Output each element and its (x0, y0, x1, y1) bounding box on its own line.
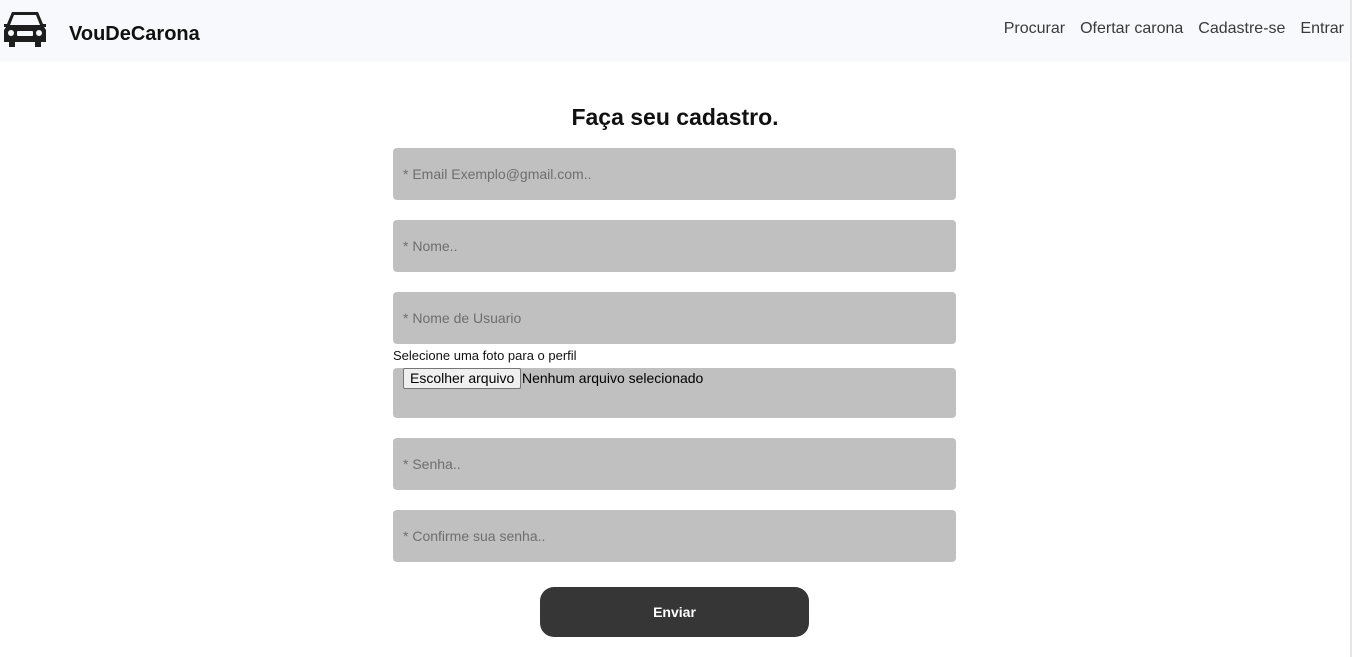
page: VouDeCarona Procurar Ofertar carona Cada… (0, 0, 1352, 657)
nav-link-cadastre-se[interactable]: Cadastre-se (1198, 19, 1285, 39)
navbar: VouDeCarona Procurar Ofertar carona Cada… (0, 0, 1350, 62)
choose-file-button[interactable]: Escolher arquivo (403, 368, 522, 389)
page-title: Faça seu cadastro. (571, 104, 779, 130)
nav-link-entrar[interactable]: Entrar (1300, 19, 1344, 39)
nav-link-ofertar-carona[interactable]: Ofertar carona (1080, 19, 1183, 39)
brand-name[interactable]: VouDeCarona (69, 22, 200, 46)
email-field[interactable] (393, 148, 956, 200)
username-field[interactable] (393, 292, 956, 344)
file-status-text: Nenhum arquivo selecionado (522, 370, 704, 386)
password-field[interactable] (393, 438, 956, 490)
name-field[interactable] (393, 220, 956, 272)
nav-links: Procurar Ofertar carona Cadastre-se Entr… (1004, 19, 1344, 39)
nav-link-procurar[interactable]: Procurar (1004, 19, 1065, 39)
photo-file-input[interactable]: Escolher arquivo Nenhum arquivo selecion… (393, 368, 956, 418)
submit-button[interactable]: Enviar (540, 587, 809, 637)
car-icon[interactable] (2, 8, 48, 48)
confirm-password-field[interactable] (393, 510, 956, 562)
photo-label: Selecione uma foto para o perfil (393, 348, 577, 363)
